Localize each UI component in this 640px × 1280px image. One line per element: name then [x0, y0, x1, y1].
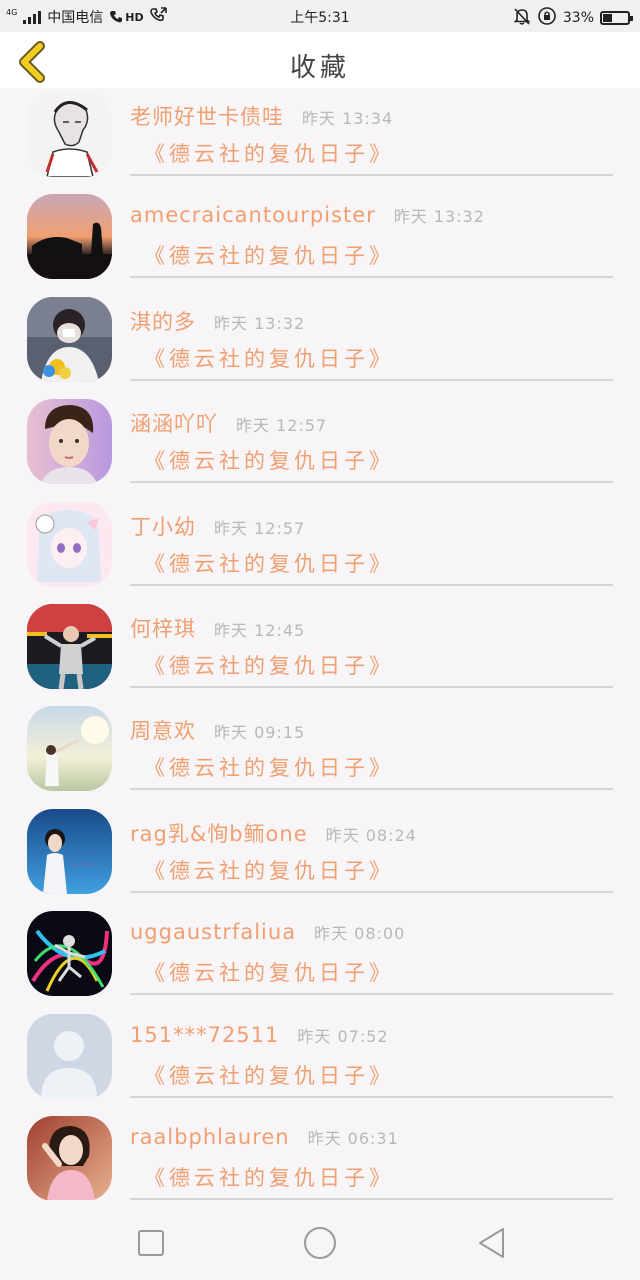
rotation-lock-icon [537, 6, 557, 30]
book-title[interactable]: 《德云社的复仇日子》 [144, 1162, 394, 1192]
avatar[interactable] [27, 706, 112, 791]
avatar[interactable] [27, 1116, 112, 1201]
divider [130, 584, 613, 586]
book-title[interactable]: 《德云社的复仇日子》 [144, 1060, 394, 1090]
user-name[interactable]: 涵涵吖吖 [130, 412, 218, 436]
item-header: rag乳&恂b鲕one 昨天 08:24 [130, 818, 417, 848]
list-item[interactable]: 周意欢 昨天 09:15 《德云社的复仇日子》 [0, 702, 640, 804]
divider [130, 481, 613, 483]
user-name[interactable]: 151***72511 [130, 1023, 279, 1047]
list-item[interactable]: ~~~ rag乳&恂b鲕one 昨天 08:24 《德云社的复仇日子》 [0, 805, 640, 907]
favorite-time: 昨天 12:57 [214, 519, 306, 538]
book-title[interactable]: 《德云社的复仇日子》 [144, 752, 394, 782]
status-right: 33% [513, 6, 633, 30]
home-button[interactable] [302, 1226, 338, 1260]
mute-bell-icon [513, 7, 531, 29]
book-title[interactable]: 《德云社的复仇日子》 [144, 240, 394, 270]
favorite-time: 昨天 08:24 [325, 826, 417, 845]
favorite-time: 昨天 13:32 [393, 207, 485, 226]
avatar[interactable] [27, 1014, 112, 1099]
system-nav-bar [0, 1200, 640, 1280]
item-header: 涵涵吖吖 昨天 12:57 [130, 408, 327, 438]
favorite-time: 昨天 09:15 [214, 723, 306, 742]
divider [130, 379, 613, 381]
user-name[interactable]: 丁小幼 [130, 515, 196, 539]
user-name[interactable]: rag乳&恂b鲕one [130, 822, 308, 846]
list-item[interactable]: 涵涵吖吖 昨天 12:57 《德云社的复仇日子》 [0, 395, 640, 497]
list-item[interactable]: 淇的多 昨天 13:32 《德云社的复仇日子》 [0, 293, 640, 395]
list-item[interactable]: 老师好世卡债哇 昨天 13:34 《德云社的复仇日子》 [0, 88, 640, 190]
divider [130, 686, 613, 688]
avatar[interactable] [27, 911, 112, 996]
avatar[interactable] [27, 399, 112, 484]
avatar[interactable] [27, 194, 112, 279]
item-header: uggaustrfaliua 昨天 08:00 [130, 920, 405, 944]
book-title[interactable]: 《德云社的复仇日子》 [144, 445, 394, 475]
item-header: 老师好世卡债哇 昨天 13:34 [130, 101, 393, 131]
book-title[interactable]: 《德云社的复仇日子》 [144, 138, 394, 168]
circle-icon [304, 1227, 336, 1259]
user-name[interactable]: amecraicantourpister [130, 203, 376, 227]
list-item[interactable]: uggaustrfaliua 昨天 08:00 《德云社的复仇日子》 [0, 907, 640, 1009]
list-item[interactable]: 何梓琪 昨天 12:45 《德云社的复仇日子》 [0, 600, 640, 702]
divider [130, 1096, 613, 1098]
avatar[interactable] [27, 297, 112, 382]
user-name[interactable]: 淇的多 [130, 310, 196, 334]
avatar[interactable] [27, 92, 112, 177]
page-title: 收藏 [289, 53, 350, 83]
recent-apps-button[interactable] [135, 1226, 167, 1260]
user-name[interactable]: raalbphlauren [130, 1125, 290, 1149]
favorite-time: 昨天 13:32 [214, 314, 306, 333]
item-header: 淇的多 昨天 13:32 [130, 306, 305, 336]
book-title[interactable]: 《德云社的复仇日子》 [144, 957, 394, 987]
item-header: 151***72511 昨天 07:52 [130, 1023, 389, 1047]
item-header: amecraicantourpister 昨天 13:32 [130, 203, 485, 227]
favorite-time: 昨天 12:57 [236, 416, 328, 435]
favorite-time: 昨天 12:45 [214, 621, 306, 640]
item-header: raalbphlauren 昨天 06:31 [130, 1125, 399, 1149]
status-bar: 4G 中国电信 HD 上午5:31 33% [0, 0, 640, 32]
user-name[interactable]: 何梓琪 [130, 617, 196, 641]
battery-level [603, 14, 612, 22]
user-name[interactable]: 老师好世卡债哇 [130, 105, 284, 129]
favorite-time: 昨天 13:34 [302, 109, 394, 128]
book-title[interactable]: 《德云社的复仇日子》 [144, 548, 394, 578]
list-item[interactable]: 151***72511 昨天 07:52 《德云社的复仇日子》 [0, 1010, 640, 1112]
divider [130, 276, 613, 278]
book-title[interactable]: 《德云社的复仇日子》 [144, 343, 394, 373]
avatar[interactable] [27, 502, 112, 587]
user-name[interactable]: 周意欢 [130, 719, 196, 743]
battery-icon [600, 11, 633, 25]
triangle-back-icon [479, 1228, 504, 1258]
square-icon [138, 1230, 164, 1256]
favorite-time: 昨天 07:52 [297, 1027, 389, 1046]
list-item[interactable]: raalbphlauren 昨天 06:31 《德云社的复仇日子》 [0, 1112, 640, 1214]
svg-text:~~~: ~~~ [71, 860, 94, 870]
avatar[interactable] [27, 604, 112, 689]
book-title[interactable]: 《德云社的复仇日子》 [144, 650, 394, 680]
battery-percent: 33% [562, 10, 594, 26]
book-title[interactable]: 《德云社的复仇日子》 [144, 855, 394, 885]
list-item[interactable]: 丁小幼 昨天 12:57 《德云社的复仇日子》 [0, 498, 640, 600]
divider [130, 788, 613, 790]
user-name[interactable]: uggaustrfaliua [130, 920, 296, 944]
app-header: 收藏 [0, 32, 640, 88]
divider [130, 174, 613, 176]
item-header: 何梓琪 昨天 12:45 [130, 613, 305, 643]
item-header: 周意欢 昨天 09:15 [130, 715, 305, 745]
favorite-time: 昨天 06:31 [307, 1129, 399, 1148]
list-item[interactable]: amecraicantourpister 昨天 13:32 《德云社的复仇日子》 [0, 190, 640, 292]
favorite-time: 昨天 08:00 [314, 924, 406, 943]
item-header: 丁小幼 昨天 12:57 [130, 511, 305, 541]
avatar[interactable]: ~~~ [27, 809, 112, 894]
divider [130, 993, 613, 995]
divider [130, 891, 613, 893]
system-back-button[interactable] [475, 1226, 507, 1260]
